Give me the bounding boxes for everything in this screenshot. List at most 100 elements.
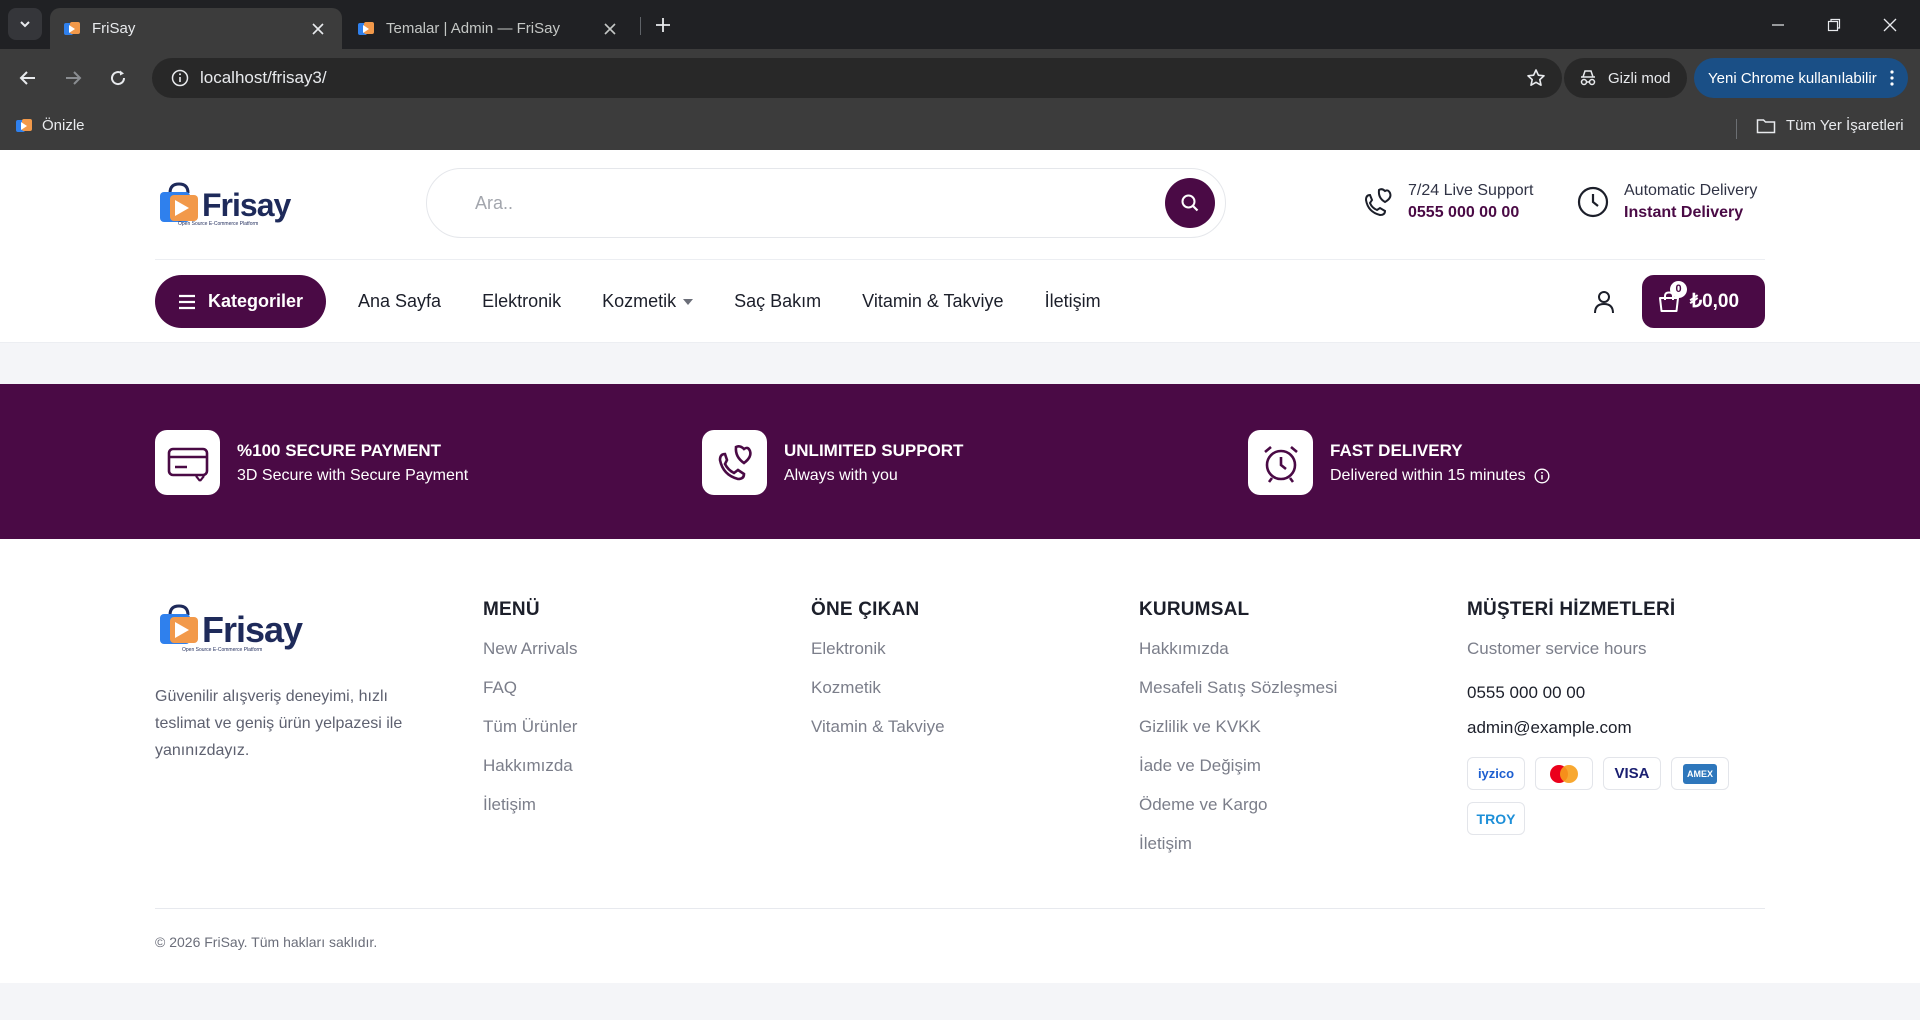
nav-home[interactable]: Ana Sayfa (358, 291, 441, 312)
amex-logo-icon: AMEX (1671, 757, 1729, 790)
site-info-icon[interactable] (160, 69, 200, 87)
footer-link[interactable]: İletişim (1139, 834, 1337, 873)
footer-link[interactable]: Hakkımızda (1139, 639, 1337, 678)
header-logo[interactable]: Frisay Open Source E-Commerce Platform (158, 181, 291, 227)
footer-link[interactable]: Ödeme ve Kargo (1139, 795, 1337, 834)
tab-search-button[interactable] (8, 8, 42, 40)
nav-hair-care[interactable]: Saç Bakım (734, 291, 821, 312)
chrome-update-button[interactable]: Yeni Chrome kullanılabilir (1694, 58, 1908, 98)
arrow-left-icon (19, 71, 35, 85)
all-bookmarks-button[interactable]: Tüm Yer İşaretleri (1756, 117, 1904, 134)
footer-menu-column: MENÜ New Arrivals FAQ Tüm Ürünler Hakkım… (483, 599, 577, 834)
support-line1: 7/24 Live Support (1408, 182, 1534, 199)
visa-logo-icon: VISA (1603, 757, 1661, 790)
footer-featured-column: ÖNE ÇIKAN Elektronik Kozmetik Vitamin & … (811, 599, 945, 756)
credit-card-icon (167, 447, 208, 482)
logo-wordmark: Frisay (202, 187, 291, 223)
amex-text: AMEX (1682, 763, 1717, 784)
search-button[interactable] (1165, 178, 1215, 228)
all-bookmarks-label: Tüm Yer İşaretleri (1786, 117, 1904, 134)
footer-link[interactable]: Hakkımızda (483, 756, 577, 795)
footer-phone[interactable]: 0555 000 00 00 (1467, 683, 1739, 718)
footer-link[interactable]: Tüm Ürünler (483, 717, 577, 756)
footer-link[interactable]: Gizlilik ve KVKK (1139, 717, 1337, 756)
feature-subtitle-row: Delivered within 15 minutes (1330, 467, 1550, 485)
frisay-favicon-icon (358, 21, 374, 36)
footer-link[interactable]: Mesafeli Satış Sözleşmesi (1139, 678, 1337, 717)
support-hands-icon (718, 444, 752, 480)
categories-button[interactable]: Kategoriler (155, 275, 326, 328)
frisay-favicon-icon (64, 21, 80, 36)
url-text[interactable]: localhost/frisay3/ (200, 68, 1516, 88)
footer-link[interactable]: Kozmetik (811, 678, 945, 717)
delivery-line1: Automatic Delivery (1624, 182, 1758, 199)
logo-tagline: Open Source E-Commerce Platform (182, 647, 263, 653)
feature-secure-payment: %100 SECURE PAYMENT 3D Secure with Secur… (155, 430, 468, 495)
search-icon (1181, 194, 1199, 212)
caret-down-icon (683, 298, 694, 305)
bookmark-separator (1736, 119, 1737, 139)
close-window-button[interactable] (1862, 0, 1918, 49)
incognito-label: Gizli mod (1608, 69, 1671, 87)
bookmark-preview[interactable]: Önizle (16, 117, 85, 134)
tab-frisay[interactable]: FriSay (50, 8, 342, 49)
reload-button[interactable] (101, 61, 135, 95)
footer-column-title: MÜŞTERİ HİZMETLERİ (1467, 599, 1676, 620)
footer-link[interactable]: İade ve Değişim (1139, 756, 1337, 795)
footer-column-title: ÖNE ÇIKAN (811, 599, 920, 620)
footer-link[interactable]: Vitamin & Takviye (811, 717, 945, 756)
close-icon[interactable] (308, 19, 328, 39)
feature-title: FAST DELIVERY (1330, 440, 1463, 460)
footer-link[interactable]: İletişim (483, 795, 577, 834)
chevron-down-icon (20, 21, 30, 28)
footer-link[interactable]: FAQ (483, 678, 577, 717)
search-bar[interactable]: Ara.. (426, 168, 1226, 238)
footer-email[interactable]: admin@example.com (1467, 718, 1739, 753)
cart-count-badge: 0 (1670, 280, 1687, 298)
back-button[interactable] (11, 61, 45, 95)
footer-logo[interactable]: Frisay Open Source E-Commerce Platform (158, 603, 303, 653)
footer-link[interactable]: New Arrivals (483, 639, 577, 678)
main-nav: Ana Sayfa Elektronik Kozmetik Saç Bakım … (358, 275, 1142, 328)
address-bar[interactable]: localhost/frisay3/ (152, 58, 1562, 98)
nav-cosmetics[interactable]: Kozmetik (602, 291, 694, 312)
service-hours-label: Customer service hours (1467, 639, 1647, 658)
new-tab-button[interactable] (650, 12, 676, 38)
nav-contact[interactable]: İletişim (1045, 291, 1101, 312)
minimize-button[interactable] (1750, 0, 1806, 49)
minimize-icon (1772, 23, 1784, 26)
cart-button[interactable]: 0 ₺0,00 (1642, 275, 1765, 328)
tab-admin-themes[interactable]: Temalar | Admin — FriSay (344, 8, 634, 49)
nav-cosmetics-label: Kozmetik (602, 291, 677, 311)
bookmarks-bar: Önizle Tüm Yer İşaretleri (0, 107, 1920, 150)
footer-corporate-column: KURUMSAL Hakkımızda Mesafeli Satış Sözle… (1139, 599, 1337, 873)
feature-title: UNLIMITED SUPPORT (784, 440, 964, 460)
frisay-favicon-icon (16, 118, 32, 133)
restore-icon (1827, 18, 1841, 31)
footer-link[interactable]: Elektronik (811, 639, 945, 678)
iyzico-logo-icon: iyzico (1467, 757, 1525, 790)
feature-icon-box (702, 430, 767, 495)
arrow-right-icon (66, 71, 82, 85)
browser-toolbar: localhost/frisay3/ Gizli mod Yeni Chrome… (0, 49, 1920, 107)
search-input[interactable]: Ara.. (475, 193, 1165, 214)
user-icon (1594, 291, 1614, 314)
support-phone[interactable]: 0555 000 00 00 (1408, 204, 1533, 222)
close-icon[interactable] (600, 19, 620, 39)
site-header: Frisay Open Source E-Commerce Platform A… (0, 150, 1920, 343)
info-icon[interactable] (1534, 467, 1550, 484)
header-divider (155, 259, 1765, 260)
forward-button[interactable] (56, 61, 90, 95)
nav-electronics[interactable]: Elektronik (482, 291, 561, 312)
footer-about-text: Güvenilir alışveriş deneyimi, hızlı tesl… (155, 688, 403, 759)
feature-subtitle: 3D Secure with Secure Payment (237, 466, 469, 484)
payment-methods-row: iyzico VISA AMEX (1467, 757, 1739, 802)
live-support-info: 7/24 Live Support 0555 000 00 00 (1362, 182, 1533, 222)
bookmark-star-icon[interactable] (1516, 68, 1556, 88)
account-button[interactable] (1590, 288, 1618, 316)
incognito-indicator[interactable]: Gizli mod (1564, 58, 1687, 98)
feature-unlimited-support: UNLIMITED SUPPORT Always with you (702, 430, 963, 495)
nav-vitamins[interactable]: Vitamin & Takviye (862, 291, 1003, 312)
restore-button[interactable] (1806, 0, 1862, 49)
payment-methods-row-2: TROY (1467, 802, 1739, 847)
